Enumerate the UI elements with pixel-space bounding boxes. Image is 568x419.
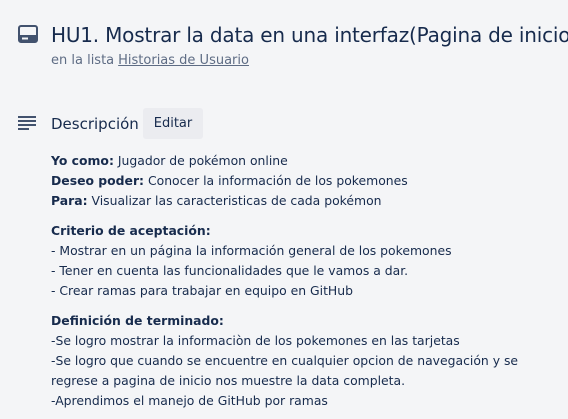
description-body[interactable]: Yo como: Jugador de pokémon online Deseo…: [51, 151, 561, 419]
story-for-line: Para: Visualizar las caracteristicas de …: [51, 191, 561, 211]
acceptance-item: - Mostrar en un página la información ge…: [51, 243, 452, 258]
card-icon: [18, 25, 38, 43]
description-heading: Descripción: [51, 115, 139, 133]
done-item: -Se logro mostrar la informaciòn de los …: [51, 333, 460, 348]
acceptance-item: - Crear ramas para trabajar en equipo en…: [51, 283, 353, 298]
list-location: en la lista Historias de Usuario: [51, 52, 249, 70]
story-for-value: Visualizar las caracteristicas de cada p…: [91, 193, 382, 208]
story-as-line: Yo como: Jugador de pokémon online: [51, 151, 561, 171]
acceptance-block: Criterio de aceptación: - Mostrar en un …: [51, 221, 561, 301]
description-lines-icon: [18, 116, 36, 130]
story-as-label: Yo como:: [51, 153, 114, 168]
story-want-value: Conocer la información de los pokemones: [147, 173, 408, 188]
list-prefix: en la lista: [51, 53, 115, 68]
card-detail-panel: HU1. Mostrar la data en una interfaz(Pag…: [0, 0, 568, 419]
list-name-link[interactable]: Historias de Usuario: [118, 53, 249, 68]
done-heading: Definición de terminado:: [51, 313, 224, 328]
acceptance-item: - Tener en cuenta las funcionalidades qu…: [51, 263, 409, 278]
done-item: -Se logro que cuando se encuentre en cua…: [51, 353, 519, 388]
edit-description-button[interactable]: Editar: [143, 108, 203, 139]
story-as-value: Jugador de pokémon online: [117, 153, 288, 168]
card-title[interactable]: HU1. Mostrar la data en una interfaz(Pag…: [51, 21, 568, 49]
story-for-label: Para:: [51, 193, 88, 208]
user-story-block: Yo como: Jugador de pokémon online Deseo…: [51, 151, 561, 211]
done-item: -Aprendimos el manejo de GitHub por rama…: [51, 393, 328, 408]
story-want-line: Deseo poder: Conocer la información de l…: [51, 171, 561, 191]
done-block: Definición de terminado: -Se logro mostr…: [51, 311, 561, 411]
story-want-label: Deseo poder:: [51, 173, 145, 188]
acceptance-heading: Criterio de aceptación:: [51, 223, 211, 238]
